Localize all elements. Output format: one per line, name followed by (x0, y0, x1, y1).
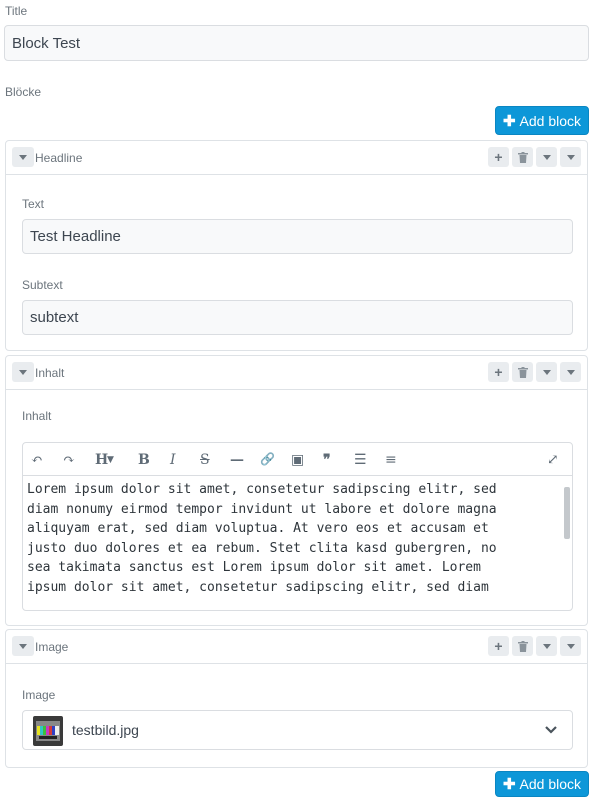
block-header: Headline + (6, 141, 587, 175)
block-header: Inhalt + (6, 356, 587, 390)
block-header: Image + (6, 630, 587, 664)
scroll-thumb[interactable] (564, 487, 570, 539)
move-down-icon[interactable] (536, 362, 557, 382)
italic-icon[interactable]: I (170, 452, 176, 468)
collapse-toggle[interactable] (12, 147, 34, 167)
undo-icon[interactable]: ↶ (31, 452, 43, 468)
add-block-button-top[interactable]: ✚ Add block (495, 106, 589, 135)
block-type-label: Image (35, 640, 69, 654)
collapse-toggle[interactable] (12, 636, 34, 656)
add-icon[interactable]: + (488, 362, 509, 382)
bloecke-label: Blöcke (5, 85, 42, 99)
heading-caret-icon: ▼ (107, 455, 114, 465)
block-controls: + (488, 362, 581, 382)
title-label: Title (5, 4, 28, 18)
image-label: Image (22, 688, 56, 702)
quote-icon[interactable]: ❞ (323, 452, 331, 468)
add-icon[interactable]: + (488, 636, 509, 656)
editor-textarea[interactable]: Lorem ipsum dolor sit amet, consetetur s… (23, 476, 572, 600)
bold-icon[interactable]: B (138, 452, 150, 468)
add-block-label: Add block (519, 776, 582, 792)
strikethrough-icon[interactable]: S (200, 452, 210, 468)
link-icon[interactable]: 🔗 (260, 452, 275, 466)
editor-line: diam nonumy eirmod tempor invidunt ut la… (27, 501, 497, 517)
editor-line: ipsum dolor sit amet, consetetur sadipsc… (27, 579, 489, 595)
caret-down-icon (19, 154, 27, 160)
subtext-input[interactable]: subtext (22, 300, 573, 335)
block-type-label: Headline (35, 151, 83, 165)
block-image: Image + Image testbild.jpg (5, 629, 588, 768)
subtext-label: Subtext (22, 278, 63, 292)
plus-icon: ✚ (502, 112, 516, 130)
text-input[interactable]: Test Headline (22, 219, 573, 254)
markdown-editor: ↶ ↷ H ▼ B I S — 🔗 ▣ ❞ ☰ ≡ ⤢ Lorem ipsum … (22, 442, 573, 611)
unordered-list-icon[interactable]: ☰ (354, 452, 367, 468)
more-icon[interactable] (560, 636, 581, 656)
add-icon[interactable]: + (488, 147, 509, 167)
add-block-button-bottom[interactable]: ✚ Add block (495, 771, 589, 797)
more-icon[interactable] (560, 147, 581, 167)
block-controls: + (488, 147, 581, 167)
editor-line: aliquyam erat, sed diam voluptua. At ver… (27, 521, 489, 536)
fullscreen-icon[interactable]: ⤢ (547, 452, 559, 468)
editor-line: justo duo dolores et ea rebum. Stet clit… (27, 540, 497, 556)
trash-icon[interactable] (512, 147, 533, 167)
trash-icon[interactable] (512, 636, 533, 656)
text-label: Text (22, 197, 45, 211)
image-icon[interactable]: ▣ (291, 452, 304, 468)
caret-down-icon (19, 369, 27, 375)
block-type-label: Inhalt (35, 366, 65, 380)
title-input[interactable]: Block Test (4, 25, 589, 61)
inhalt-label: Inhalt (22, 409, 52, 423)
plus-icon: ✚ (502, 776, 516, 793)
editor-line: sea takimata sanctus est Lorem ipsum dol… (27, 560, 481, 575)
move-down-icon[interactable] (536, 636, 557, 656)
testbild-thumbnail (33, 716, 63, 746)
more-icon[interactable] (560, 362, 581, 382)
add-block-label: Add block (519, 112, 582, 129)
editor-toolbar: ↶ ↷ H ▼ B I S — 🔗 ▣ ❞ ☰ ≡ ⤢ (23, 443, 572, 476)
collapse-toggle[interactable] (12, 362, 34, 382)
block-inhalt: Inhalt + Inhalt ↶ ↷ H ▼ B I S — 🔗 ▣ ❞ ☰ … (5, 355, 588, 626)
ordered-list-icon[interactable]: ≡ (385, 452, 397, 468)
block-controls: + (488, 636, 581, 656)
redo-icon[interactable]: ↷ (63, 452, 75, 468)
trash-icon[interactable] (512, 362, 533, 382)
editor-line: Lorem ipsum dolor sit amet, consetetur s… (27, 482, 497, 497)
horizontal-rule-icon[interactable]: — (230, 452, 244, 468)
image-select[interactable]: testbild.jpg (22, 710, 573, 750)
block-headline: Headline + Text Test Headline Subtext su… (5, 140, 588, 351)
selected-filename: testbild.jpg (72, 722, 139, 738)
editor-scrollbar[interactable] (563, 486, 571, 610)
chevron-down-icon (544, 723, 558, 742)
move-down-icon[interactable] (536, 147, 557, 167)
caret-down-icon (19, 643, 27, 649)
